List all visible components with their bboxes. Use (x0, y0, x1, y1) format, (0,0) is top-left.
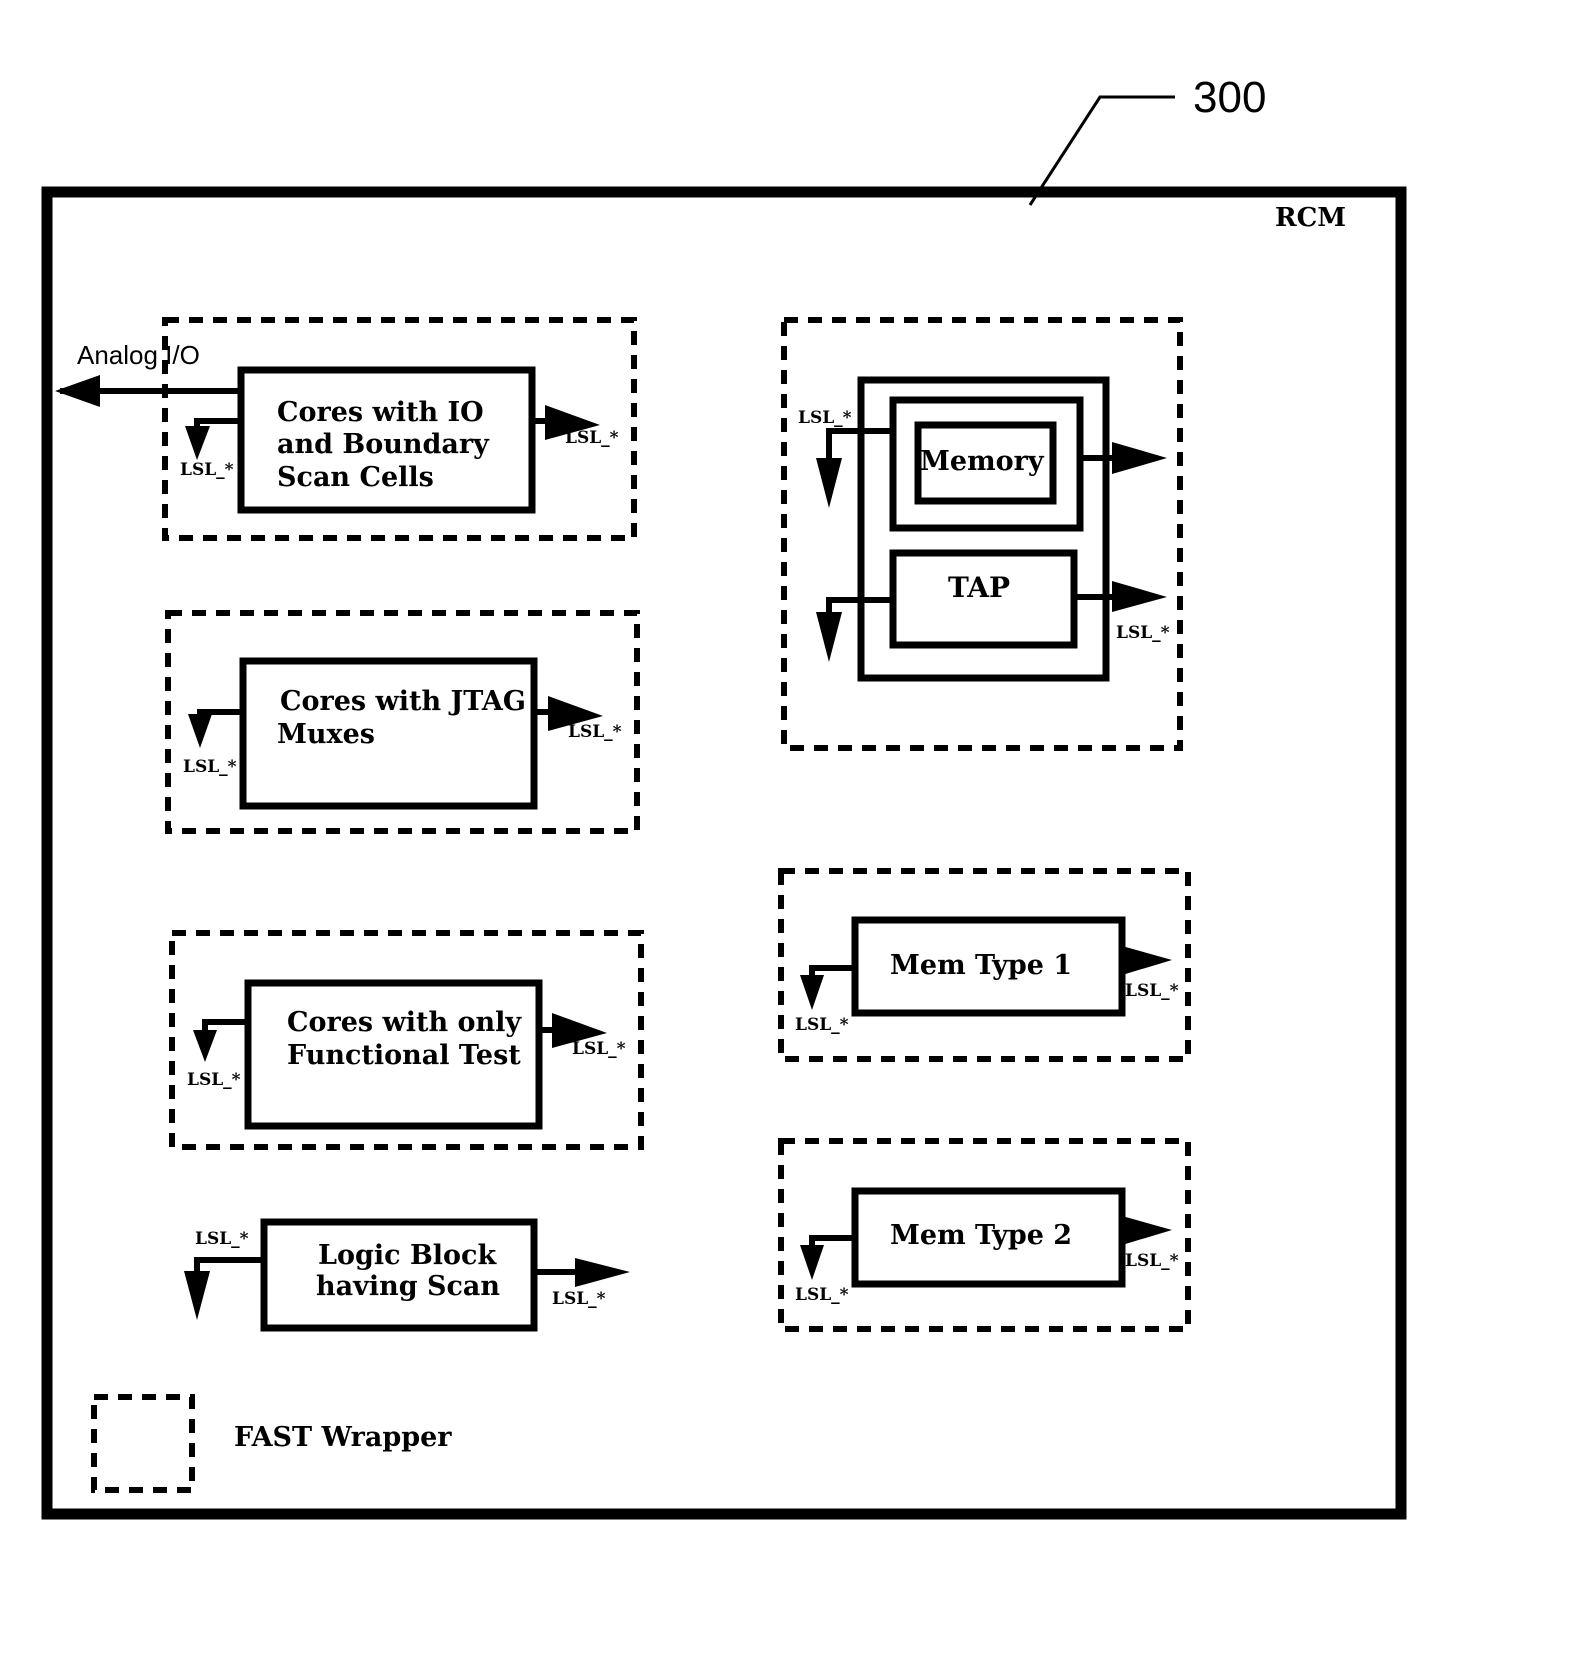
rcm-label: RCM (1275, 203, 1346, 233)
lsl-out-label: LSL_* (568, 722, 622, 742)
lsl-in-label: LSL_* (180, 460, 234, 480)
legend-fast-wrapper-label: FAST Wrapper (234, 1422, 452, 1453)
lsl-out-arrow-icon (1112, 581, 1167, 612)
lsl-out-label: LSL_* (572, 1039, 626, 1059)
analog-io-label: Analog I/O (77, 340, 200, 370)
block-io-boundary-line2: and Boundary (277, 429, 490, 460)
block-io-boundary-line3: Scan Cells (277, 462, 434, 493)
lsl-in-label: LSL_* (187, 1070, 241, 1090)
legend-fast-wrapper-swatch (91, 1394, 195, 1493)
block-jtag-muxes-line1: Cores with JTAG (280, 686, 526, 717)
block-io-boundary-line1: Cores with IO (277, 397, 484, 428)
wrapper-memory-tap: Memory TAP LSL_* LSL_* (781, 317, 1183, 751)
lsl-in-arrow-icon (800, 975, 824, 1010)
lsl-in-arrow-icon (185, 426, 210, 460)
lsl-in-arrow-icon (184, 1271, 210, 1320)
rcm-diagram: 300 RCM Analog I/O Cores with IO and Bou… (41, 73, 1407, 1520)
lsl-out-label: LSL_* (565, 428, 619, 448)
reference-leader: 300 (1028, 73, 1266, 206)
block-functional-test-line2: Functional Test (287, 1040, 521, 1071)
lsl-out-arrow-icon (575, 1258, 630, 1287)
lsl-out-label: LSL_* (1116, 623, 1170, 643)
block-functional-test-line1: Cores with only (287, 1007, 522, 1038)
reference-number: 300 (1193, 73, 1266, 122)
block-logic-block-line1: Logic Block (318, 1240, 497, 1271)
lsl-out-arrow-icon (1112, 442, 1167, 474)
lsl-out-arrow-icon (1122, 946, 1172, 975)
lsl-out-label: LSL_* (552, 1289, 606, 1309)
lsl-out-label: LSL_* (1125, 981, 1179, 1001)
wrapper-mem-type-1: Mem Type 1 LSL_* LSL_* (778, 868, 1191, 1062)
wrapper-mem-type-2: Mem Type 2 LSL_* LSL_* (778, 1138, 1191, 1332)
lsl-out-label: LSL_* (1125, 1251, 1179, 1271)
lsl-in-arrow-icon (816, 458, 842, 508)
wrapper-io-boundary: Analog I/O Cores with IO and Boundary Sc… (55, 317, 637, 541)
wrapper-functional-test: Cores with only Functional Test LSL_* LS… (169, 930, 644, 1150)
block-jtag-muxes-line2: Muxes (277, 719, 375, 750)
lsl-in-label: LSL_* (795, 1285, 849, 1305)
lsl-in-label: LSL_* (195, 1229, 249, 1249)
block-memory-label: Memory (920, 446, 1045, 477)
lsl-out-arrow-icon (1122, 1216, 1172, 1245)
wrapper-jtag-muxes: Cores with JTAG Muxes LSL_* LSL_* (165, 610, 640, 834)
logic-block-group: Logic Block having Scan LSL_* LSL_* (184, 1218, 630, 1332)
lsl-in-label: LSL_* (795, 1015, 849, 1035)
block-tap-label: TAP (948, 571, 1010, 604)
lsl-in-label: LSL_* (183, 757, 237, 777)
lsl-label-memory-in: LSL_* (798, 408, 852, 428)
analog-io-arrow-icon (55, 375, 100, 407)
lsl-in-arrow-icon (188, 714, 212, 748)
block-mem-type-1-label: Mem Type 1 (890, 950, 1072, 981)
lsl-in-arrow-icon (816, 612, 842, 662)
block-mem-type-2-label: Mem Type 2 (890, 1220, 1072, 1251)
lsl-in-arrow-icon (800, 1245, 824, 1280)
lsl-in-arrow-icon (193, 1030, 217, 1062)
legend: FAST Wrapper (91, 1394, 452, 1493)
block-logic-block-line2: having Scan (316, 1271, 500, 1302)
